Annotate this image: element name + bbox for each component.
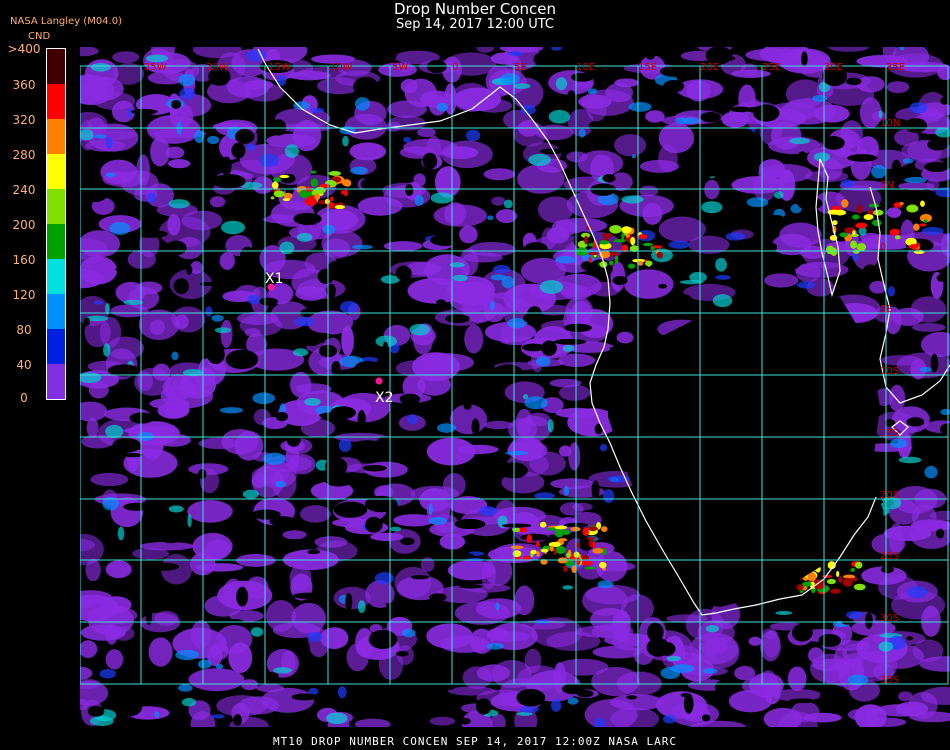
colorbar-tick: 200 — [12, 218, 36, 232]
longitude-label: 5E — [514, 62, 527, 73]
latitude-label: 5N — [880, 180, 894, 191]
longitude-label: 25E — [762, 62, 781, 73]
longitude-label: 15E — [638, 62, 657, 73]
longitude-label: 25W — [144, 62, 167, 73]
longitude-label: 5W — [392, 62, 408, 73]
marker-x2-label: X2 — [375, 390, 394, 406]
longitude-label: 35E — [886, 62, 905, 73]
colorbar-segment — [47, 154, 65, 189]
colorbar-tick: 160 — [12, 253, 36, 267]
colorbar-segment — [47, 189, 65, 224]
colorbar-tick: 320 — [12, 113, 36, 127]
colorbar-segment — [47, 84, 65, 119]
latitude-label: 30S — [880, 613, 899, 624]
colorbar-unit-label: CND — [28, 31, 51, 42]
longitude-label: 10E — [576, 62, 595, 73]
longitude-label: 0 — [452, 62, 458, 73]
colorbar-segment — [47, 329, 65, 364]
latitude-label: 10S — [880, 366, 899, 377]
colorbar-tick: 280 — [12, 148, 36, 162]
latitude-label: 10N — [880, 118, 900, 129]
latitude-label: 5S — [880, 304, 893, 315]
map-subtitle: Sep 14, 2017 12:00 UTC — [395, 17, 555, 32]
latitude-label: 25S — [880, 551, 899, 562]
colorbar-segment — [47, 294, 65, 329]
latitude-label: 0 — [880, 242, 886, 253]
colorbar-segment — [47, 364, 65, 399]
colorbar-tick: 80 — [16, 323, 32, 337]
colorbar-segment — [47, 224, 65, 259]
longitude-label: 20E — [700, 62, 719, 73]
footer-caption: MT10 DROP NUMBER CONCEN SEP 14, 2017 12:… — [273, 735, 677, 748]
map-title: Drop Number Concen — [393, 0, 557, 18]
colorbar-tick: 0 — [20, 391, 28, 405]
latitude-label: 20S — [880, 490, 899, 501]
longitude-label: 20W — [206, 62, 229, 73]
longitude-label: 30E — [824, 62, 843, 73]
colorbar-tick: 360 — [12, 78, 36, 92]
colorbar-segment — [47, 49, 65, 84]
satellite-map: 25W 20W 15W 10W 5W 0 5E 10E 15E 20E 25E 30E 35E 10N 5… — [80, 47, 950, 727]
marker-x2-dot — [375, 377, 383, 385]
longitude-label: 10W — [330, 62, 353, 73]
latitude-label: 35S — [880, 675, 899, 686]
longitude-label: 15W — [268, 62, 291, 73]
colorbar-segment — [47, 259, 65, 294]
colorbar-tick: 120 — [12, 288, 36, 302]
colorbar-tick: 40 — [16, 358, 32, 372]
colorbar-segment — [47, 119, 65, 154]
marker-x1-label: X1 — [265, 271, 284, 287]
latitude-label: 15S — [880, 428, 899, 439]
colorbar-tick: 240 — [12, 183, 36, 197]
colorbar-tick: >400 — [7, 42, 41, 56]
producer-label: NASA Langley (M04.0) — [10, 16, 122, 27]
colorbar — [46, 48, 66, 400]
